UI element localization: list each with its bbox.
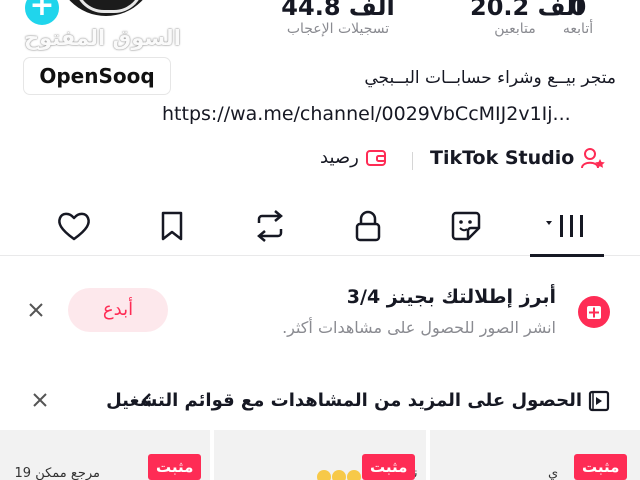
add-photo-icon	[578, 296, 610, 328]
banner-subtitle: انشر الصور للحصول على مشاهدات أكثر.	[282, 318, 556, 337]
grid-icon	[546, 215, 583, 237]
pinned-badge: مثبت	[362, 454, 416, 480]
liked-tab[interactable]	[44, 196, 104, 256]
playlist-promo-text: الحصول على المزيد من المشاهدات مع قوائم …	[106, 390, 582, 411]
thumbnail-caption: ي	[548, 466, 559, 480]
likes-count: 44.8 ألف	[281, 0, 395, 21]
bookmark-icon	[161, 211, 183, 241]
profile-tab-bar	[0, 196, 640, 256]
wallet-icon	[365, 149, 386, 166]
create-button[interactable]: أبدع	[68, 288, 168, 332]
balance-label: رصيد	[320, 147, 359, 168]
private-tab[interactable]	[436, 196, 496, 256]
chevron-left-icon	[140, 390, 154, 414]
likes-stat[interactable]: 44.8 ألف تسجيلات الإعجاب	[268, 0, 408, 38]
profile-bio: متجر بيــع وشراء حسابــات البــبجي	[364, 68, 616, 88]
emoji-row	[316, 466, 361, 480]
repost-icon	[257, 210, 283, 242]
repost-tab[interactable]	[240, 196, 300, 256]
lock-icon	[355, 210, 381, 242]
avatar[interactable]	[56, 0, 156, 16]
studio-divider	[412, 152, 413, 170]
followers-count: 20.2 ألف	[470, 0, 584, 21]
likes-label: تسجيلات الإعجاب	[286, 21, 390, 37]
grid-tab[interactable]	[538, 196, 598, 256]
playlist-promo-row[interactable]: الحصول على المزيد من المشاهدات مع قوائم …	[0, 372, 640, 428]
active-tab-indicator	[530, 254, 604, 257]
close-banner-icon[interactable]	[26, 300, 46, 320]
balance-button[interactable]: رصيد	[320, 147, 387, 168]
pinned-badge: مثبت	[148, 454, 202, 480]
tiktok-studio-label: TikTok Studio	[430, 147, 575, 169]
locked-tab[interactable]	[338, 196, 398, 256]
followers-stat[interactable]: 20.2 ألف متابعين	[470, 0, 584, 38]
close-playlist-icon[interactable]	[30, 390, 50, 410]
favorites-tab[interactable]	[142, 196, 202, 256]
profile-link[interactable]: https://wa.me/channel/0029VbCcMIJ2v1Ij..…	[162, 103, 622, 125]
thumbnail-caption: مرجع ممكن 19	[14, 466, 100, 480]
add-avatar-button[interactable]: +	[22, 0, 62, 28]
tiktok-studio-button[interactable]: TikTok Studio	[430, 146, 606, 170]
watermark-arabic: السوق المفتوح	[24, 26, 181, 50]
pinned-badge: مثبت	[574, 454, 628, 480]
creator-person-icon	[581, 148, 606, 169]
sticker-icon	[451, 211, 481, 241]
playlist-icon	[588, 390, 610, 416]
watermark-brand: OpenSooq	[24, 58, 170, 94]
banner-title: أبرز إطلالتك بجينز 3/4	[346, 286, 556, 308]
followers-label: متابعين	[494, 21, 536, 37]
heart-icon	[58, 212, 90, 241]
